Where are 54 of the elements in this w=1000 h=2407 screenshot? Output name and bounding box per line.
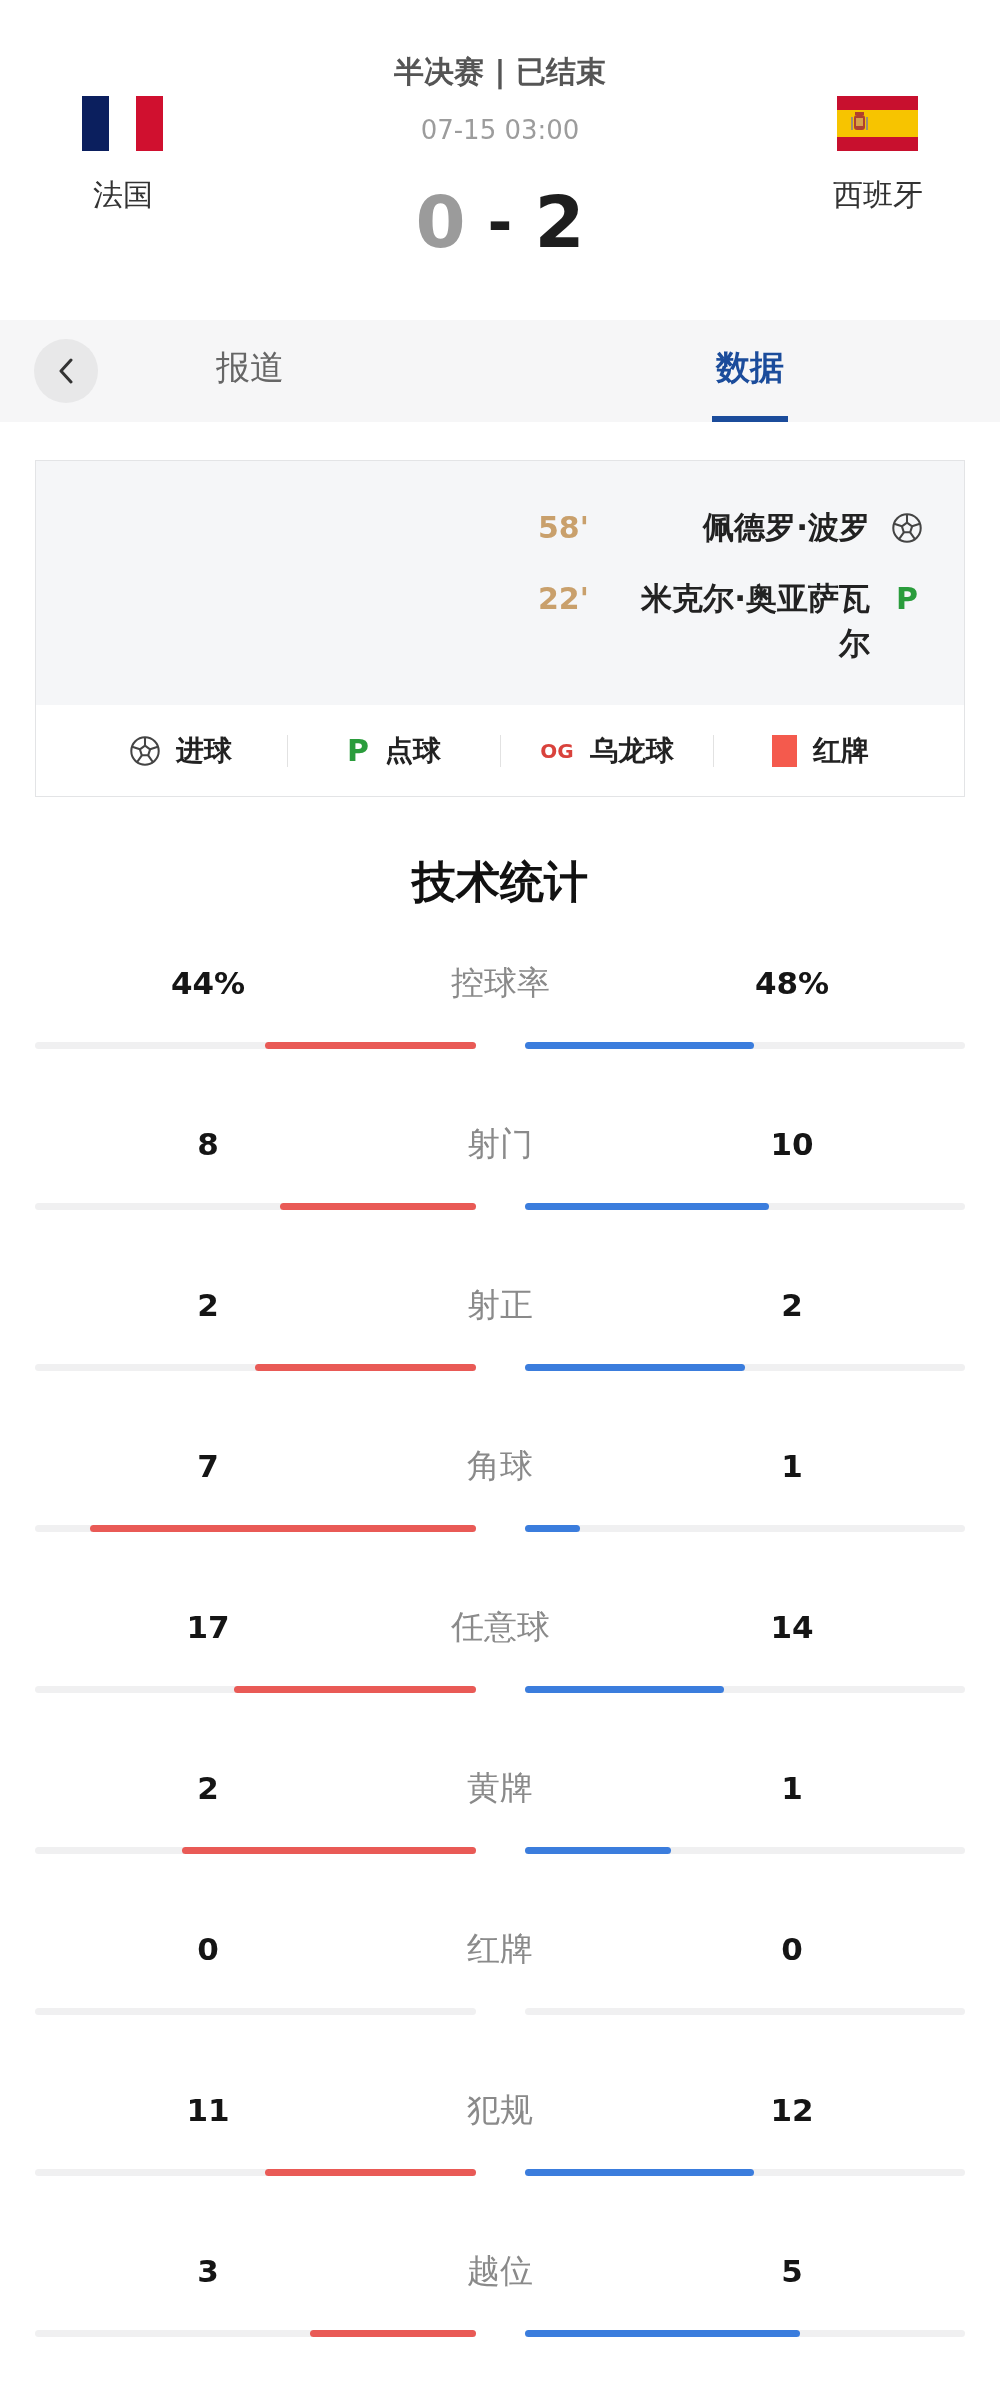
- stat-value: 0: [781, 1930, 803, 1969]
- stat-label: 射门: [467, 1124, 533, 1164]
- stat-value: 10: [770, 1125, 814, 1164]
- football-icon: [892, 512, 922, 543]
- football-icon: [129, 735, 160, 766]
- team-name: 西班牙: [832, 177, 923, 213]
- france-flag-icon: [82, 96, 163, 151]
- card-icon: [771, 734, 797, 767]
- legend-label: 点球: [385, 734, 441, 767]
- stat-label: 犯规: [467, 2090, 533, 2130]
- penalty-mark: P: [347, 733, 369, 768]
- player-name: 米克尔·奥亚萨瓦尔: [640, 579, 870, 663]
- score-separator: -: [487, 186, 513, 259]
- legend-label: 红牌: [812, 734, 869, 767]
- stat-value: 0: [197, 1930, 219, 1969]
- stat-value: 3: [197, 2252, 219, 2291]
- spain-flag-icon: [837, 96, 918, 151]
- event-minute: 22': [538, 580, 590, 618]
- stat-value: 48%: [754, 964, 830, 1003]
- chevron-left-icon: [58, 358, 74, 384]
- stat-value: 14: [770, 1608, 814, 1647]
- stat-value: 2: [197, 1286, 219, 1325]
- stat-label: 黄牌: [467, 1768, 533, 1808]
- legend-label: 乌龙球: [589, 734, 674, 767]
- home-score: 0: [415, 182, 466, 262]
- event-minute: 58': [538, 509, 590, 547]
- stat-value: 17: [186, 1608, 230, 1647]
- stat-value: 12: [770, 2091, 814, 2130]
- stat-value: 8: [197, 1125, 219, 1164]
- stat-value: 11: [186, 2091, 230, 2130]
- legend-label: 进球: [175, 734, 232, 767]
- tab[interactable]: 数据: [712, 320, 788, 422]
- section-title: 技术统计: [410, 855, 589, 909]
- tab[interactable]: 报道: [212, 320, 288, 422]
- stat-label: 任意球: [450, 1607, 550, 1647]
- stat-label: 角球: [467, 1446, 533, 1486]
- stat-label: 越位: [467, 2251, 533, 2291]
- stat-value: 2: [197, 1769, 219, 1808]
- stat-label: 控球率: [450, 963, 550, 1003]
- stat-value: 2: [781, 1286, 803, 1325]
- match-stage-text: 半决赛 | 已结束: [394, 54, 606, 90]
- away-score: 2: [534, 182, 585, 262]
- match-time-text: 07-15 03:00: [420, 114, 580, 147]
- own-goal-mark: OG: [540, 738, 574, 763]
- stat-value: 1: [781, 1769, 803, 1808]
- stat-label: 射正: [467, 1285, 533, 1325]
- stat-value: 1: [781, 1447, 803, 1486]
- player-name: 佩德罗·波罗: [701, 508, 870, 547]
- stat-value: 5: [781, 2252, 803, 2291]
- team-name: 法国: [92, 177, 153, 213]
- stat-value: 44%: [170, 964, 246, 1003]
- stat-value: 7: [197, 1447, 219, 1486]
- stat-label: 红牌: [467, 1929, 533, 1969]
- penalty-mark: P: [896, 581, 918, 616]
